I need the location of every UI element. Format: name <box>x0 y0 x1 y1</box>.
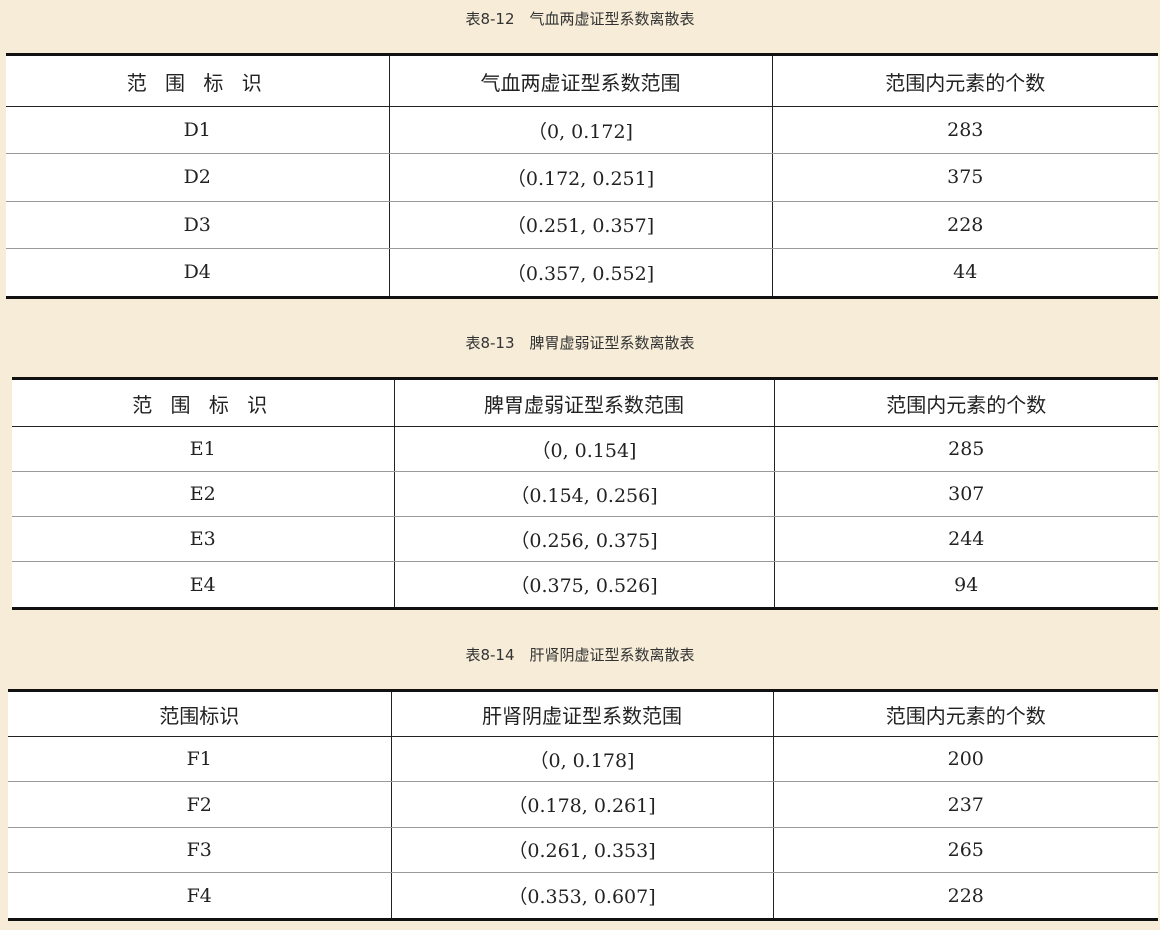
range-cell: （0.357, 0.552] <box>388 248 772 298</box>
count-cell: 94 <box>773 561 1158 609</box>
count-cell: 200 <box>772 736 1158 783</box>
range-id-cell: E3 <box>12 516 394 563</box>
header-element-count: 范围内元素的个数 <box>772 690 1158 737</box>
range-id-cell: F4 <box>186 884 212 907</box>
table-row: D3 （0.251, 0.357] 228 <box>6 201 1158 249</box>
header-coefficient-range: 气血两虚证型系数范围 <box>388 54 772 107</box>
range-id-cell: D3 <box>6 201 389 249</box>
count-cell: 244 <box>773 516 1158 563</box>
range-cell: （0.251, 0.357] <box>388 201 772 249</box>
table-row: E4 （0.375, 0.526] 94 <box>12 561 1158 609</box>
range-cell: （0.172, 0.251] <box>388 153 772 202</box>
count-cell: 228 <box>772 872 1158 920</box>
table-row: F4 （0.353, 0.607] 228 <box>8 872 1158 920</box>
count-cell: 375 <box>771 153 1158 202</box>
discrete-table-f: 范围标识 肝肾阴虚证型系数范围 范围内元素的个数 F1 （0, 0.178] 2… <box>8 689 1158 921</box>
range-cell: （0, 0.154] <box>393 426 774 473</box>
table-caption: 表8-12 气血两虚证型系数离散表 <box>465 10 695 28</box>
range-cell: （0.261, 0.353] <box>390 827 773 874</box>
range-id-cell: D4 <box>183 261 211 284</box>
table-row: F1 （0, 0.178] 200 <box>8 736 1158 783</box>
count-cell: 283 <box>771 106 1158 155</box>
discrete-table-e: 范 围 标 识 脾胃虚弱证型系数范围 范围内元素的个数 E1 （0, 0.154… <box>12 377 1158 610</box>
count-cell: 285 <box>773 426 1158 473</box>
header-coefficient-range: 肝肾阴虚证型系数范围 <box>390 690 773 737</box>
range-id-cell: F3 <box>8 827 391 874</box>
range-cell: （0, 0.178] <box>390 736 773 783</box>
table-row: D1 （0, 0.172] 283 <box>6 106 1158 155</box>
table-row: D4 （0.357, 0.552] 44 <box>6 248 1158 298</box>
range-cell: （0.256, 0.375] <box>393 516 774 563</box>
count-cell: 237 <box>772 781 1158 828</box>
header-range-id: 范 围 标 识 <box>12 378 394 427</box>
range-id-cell: D1 <box>6 106 389 155</box>
table-row: E2 （0.154, 0.256] 307 <box>12 471 1158 518</box>
table-row: F3 （0.261, 0.353] 265 <box>8 827 1158 874</box>
count-cell: 265 <box>772 827 1158 874</box>
header-range-id: 范围标识 <box>8 690 391 737</box>
table-row: E3 （0.256, 0.375] 244 <box>12 516 1158 563</box>
range-id-cell: E4 <box>189 573 216 596</box>
range-cell: （0.154, 0.256] <box>393 471 774 518</box>
header-element-count: 范围内元素的个数 <box>771 54 1158 107</box>
header-element-count: 范围内元素的个数 <box>773 378 1158 427</box>
range-cell: （0.375, 0.526] <box>393 561 774 609</box>
table-caption: 表8-14 肝肾阴虚证型系数离散表 <box>465 646 695 664</box>
table-row: F2 （0.178, 0.261] 237 <box>8 781 1158 828</box>
discrete-table-d: 范 围 标 识 气血两虚证型系数范围 范围内元素的个数 D1 （0, 0.172… <box>6 53 1158 299</box>
range-id-cell: E2 <box>12 471 394 518</box>
range-id-cell: F2 <box>8 781 391 828</box>
range-cell: （0.178, 0.261] <box>390 781 773 828</box>
count-cell: 44 <box>771 248 1158 298</box>
table-row: E1 （0, 0.154] 285 <box>12 426 1158 473</box>
header-coefficient-range: 脾胃虚弱证型系数范围 <box>393 378 774 427</box>
table-row: D2 （0.172, 0.251] 375 <box>6 153 1158 202</box>
table-caption: 表8-13 脾胃虚弱证型系数离散表 <box>465 334 695 352</box>
count-cell: 307 <box>773 471 1158 518</box>
range-id-cell: F1 <box>8 736 391 783</box>
range-id-cell: E1 <box>12 426 394 473</box>
range-id-cell: D2 <box>6 153 389 202</box>
range-cell: （0.353, 0.607] <box>390 872 773 920</box>
header-range-id: 范 围 标 识 <box>6 54 389 107</box>
count-cell: 228 <box>771 201 1158 249</box>
range-cell: （0, 0.172] <box>388 106 772 155</box>
